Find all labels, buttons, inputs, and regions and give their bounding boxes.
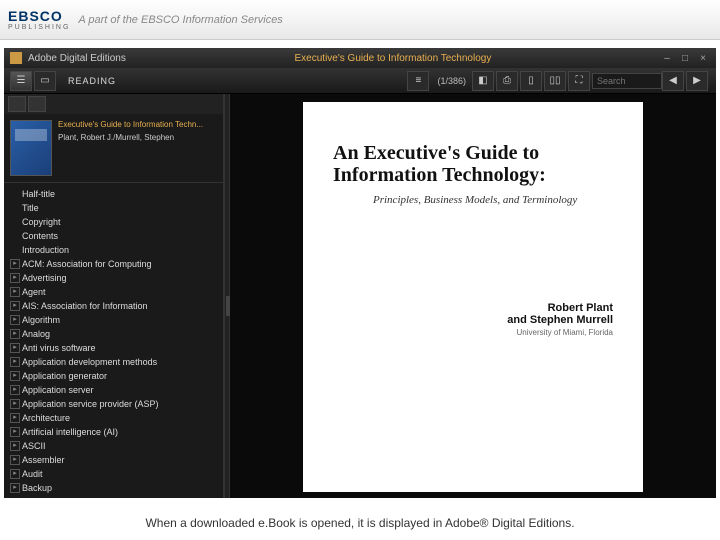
two-page-button[interactable]: ▯▯: [544, 71, 566, 91]
contents-tab[interactable]: [8, 96, 26, 112]
toc-button[interactable]: ≡: [407, 71, 429, 91]
toc-item[interactable]: Artificial intelligence (AI): [4, 425, 223, 439]
book-info: Executive's Guide to Information Techn..…: [4, 114, 223, 183]
toc-item[interactable]: Architecture: [4, 411, 223, 425]
app-icon: [10, 52, 22, 64]
mode-label: READING: [68, 76, 116, 86]
toc-item[interactable]: Application development methods: [4, 355, 223, 369]
single-page-button[interactable]: ▯: [520, 71, 542, 91]
toc-item[interactable]: ACM: Association for Computing: [4, 257, 223, 271]
next-page-button[interactable]: ▶: [686, 71, 708, 91]
book-meta: Executive's Guide to Information Techn..…: [58, 120, 217, 176]
prev-page-button[interactable]: ◀: [662, 71, 684, 91]
search-input[interactable]: [592, 73, 662, 89]
sidebar-tabs: [4, 94, 223, 114]
toc-item[interactable]: Assembler: [4, 453, 223, 467]
toc-item[interactable]: Application service provider (ASP): [4, 397, 223, 411]
app-name: Adobe Digital Editions: [28, 53, 126, 64]
window-controls: – □ ×: [660, 52, 710, 64]
page-authors: Robert Plant and Stephen Murrell Univers…: [507, 302, 613, 337]
toc-item[interactable]: Analog: [4, 327, 223, 341]
page-subtitle: Principles, Business Models, and Termino…: [373, 194, 613, 206]
book-page: An Executive's Guide to Information Tech…: [303, 102, 643, 492]
app-window: Adobe Digital Editions Executive's Guide…: [4, 48, 716, 498]
content-area: Executive's Guide to Information Techn..…: [4, 94, 716, 498]
reading-view-button[interactable]: ▭: [34, 71, 56, 91]
toc-item[interactable]: Agent: [4, 285, 223, 299]
author-2: and Stephen Murrell: [507, 314, 613, 326]
close-button[interactable]: ×: [696, 52, 710, 64]
fit-button[interactable]: ⛶: [568, 71, 590, 91]
bookmarks-tab[interactable]: [28, 96, 46, 112]
book-cover: [10, 120, 52, 176]
toc-item[interactable]: ASCII: [4, 439, 223, 453]
library-view-button[interactable]: ☰: [10, 71, 32, 91]
titlebar: Adobe Digital Editions Executive's Guide…: [4, 48, 716, 68]
toc-item[interactable]: Contents: [4, 229, 223, 243]
toc-item[interactable]: Backup: [4, 481, 223, 495]
logo: EBSCO PUBLISHING: [8, 8, 70, 31]
toc-item[interactable]: Copyright: [4, 215, 223, 229]
toc-item[interactable]: Half-title: [4, 187, 223, 201]
page-header: EBSCO PUBLISHING A part of the EBSCO Inf…: [0, 0, 720, 40]
page-indicator: (1/386): [437, 76, 466, 86]
logo-text: EBSCO: [8, 8, 70, 24]
toc-item[interactable]: Anti virus software: [4, 341, 223, 355]
resize-handle[interactable]: [226, 296, 230, 316]
sidebar-divider: [224, 94, 230, 498]
page-area[interactable]: An Executive's Guide to Information Tech…: [230, 94, 716, 498]
toc-item[interactable]: Title: [4, 201, 223, 215]
page-title: An Executive's Guide to Information Tech…: [333, 142, 613, 186]
toc-item[interactable]: Application generator: [4, 369, 223, 383]
table-of-contents: Half-titleTitleCopyrightContentsIntroduc…: [4, 183, 223, 498]
maximize-button[interactable]: □: [678, 52, 692, 64]
toc-item[interactable]: Algorithm: [4, 313, 223, 327]
minimize-button[interactable]: –: [660, 52, 674, 64]
toc-item[interactable]: AIS: Association for Information: [4, 299, 223, 313]
toc-item[interactable]: Audit: [4, 467, 223, 481]
tagline: A part of the EBSCO Information Services: [78, 14, 282, 26]
toc-item[interactable]: Application server: [4, 383, 223, 397]
sidebar-book-title: Executive's Guide to Information Techn..…: [58, 120, 217, 129]
print-button[interactable]: ⎙: [496, 71, 518, 91]
toc-item[interactable]: Advertising: [4, 271, 223, 285]
author-affiliation: University of Miami, Florida: [507, 328, 613, 337]
document-title: Executive's Guide to Information Technol…: [126, 53, 660, 64]
sidebar: Executive's Guide to Information Techn..…: [4, 94, 224, 498]
toc-item[interactable]: Introduction: [4, 243, 223, 257]
author-1: Robert Plant: [507, 302, 613, 314]
toolbar: ☰ ▭ READING ≡ (1/386) ◧ ⎙ ▯ ▯▯ ⛶ ◀ ▶: [4, 68, 716, 94]
logo-subtext: PUBLISHING: [8, 24, 70, 31]
sidebar-book-authors: Plant, Robert J./Murrell, Stephen: [58, 133, 217, 142]
slide-caption: When a downloaded e.Book is opened, it i…: [0, 516, 720, 530]
bookmark-button[interactable]: ◧: [472, 71, 494, 91]
